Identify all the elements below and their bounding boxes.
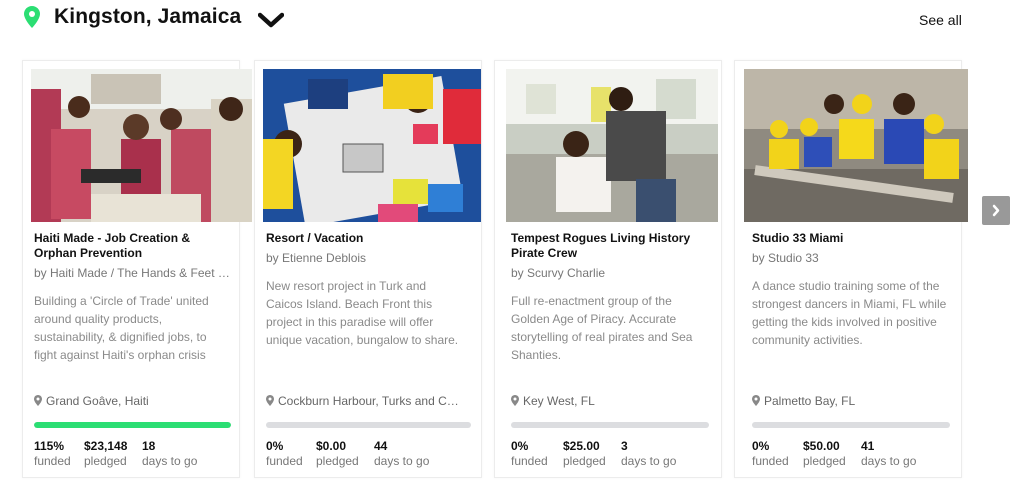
project-card[interactable]: Studio 33 Miami by Studio 33 A dance stu… bbox=[734, 60, 968, 478]
project-title[interactable]: Studio 33 Miami bbox=[752, 231, 952, 246]
funding-progress-bar bbox=[34, 422, 231, 428]
project-image[interactable] bbox=[263, 69, 481, 222]
project-byline[interactable]: by Etienne Deblois bbox=[266, 251, 471, 265]
location-pin-icon bbox=[752, 395, 760, 406]
chevron-right-icon bbox=[992, 204, 1000, 217]
stat-funded: 0% funded bbox=[752, 439, 789, 468]
location-pin-icon bbox=[34, 395, 42, 406]
stat-pledged: $0.00 pledged bbox=[316, 439, 359, 468]
project-location[interactable]: Palmetto Bay, FL bbox=[752, 394, 952, 408]
funding-progress-fill bbox=[34, 422, 231, 428]
project-blurb: A dance studio training some of the stro… bbox=[752, 279, 947, 347]
project-title[interactable]: Tempest Rogues Living History Pirate Cre… bbox=[511, 231, 711, 261]
section-header: Kingston, Jamaica See all bbox=[0, 0, 1028, 40]
location-pin-icon bbox=[24, 6, 40, 28]
see-all-link[interactable]: See all bbox=[919, 12, 962, 28]
location-pin-icon bbox=[511, 395, 519, 406]
funding-progress-bar bbox=[511, 422, 709, 428]
project-card[interactable]: Tempest Rogues Living History Pirate Cre… bbox=[494, 60, 722, 478]
carousel-next-button[interactable] bbox=[982, 196, 1010, 225]
project-blurb: New resort project in Turk and Caicos Is… bbox=[266, 279, 459, 347]
project-location[interactable]: Key West, FL bbox=[511, 394, 711, 408]
funding-progress-bar bbox=[752, 422, 950, 428]
project-location[interactable]: Cockburn Harbour, Turks and C… bbox=[266, 394, 471, 408]
project-image[interactable] bbox=[31, 69, 252, 222]
project-card[interactable]: Haiti Made - Job Creation & Orphan Preve… bbox=[22, 60, 252, 478]
stat-days-to-go: 18 days to go bbox=[142, 439, 198, 468]
stat-funded: 0% funded bbox=[511, 439, 548, 468]
project-title[interactable]: Haiti Made - Job Creation & Orphan Preve… bbox=[34, 231, 234, 261]
project-byline[interactable]: by Studio 33 bbox=[752, 251, 952, 265]
project-blurb: Full re-enactment group of the Golden Ag… bbox=[511, 294, 693, 362]
location-pin-icon bbox=[266, 395, 274, 406]
project-byline[interactable]: by Haiti Made / The Hands & Feet … bbox=[34, 266, 234, 280]
funding-progress-bar bbox=[266, 422, 471, 428]
project-blurb: Building a 'Circle of Trade' united arou… bbox=[34, 294, 209, 362]
stat-days-to-go: 41 days to go bbox=[861, 439, 917, 468]
project-byline[interactable]: by Scurvy Charlie bbox=[511, 266, 711, 280]
location-title[interactable]: Kingston, Jamaica bbox=[54, 5, 241, 29]
stat-pledged: $50.00 pledged bbox=[803, 439, 846, 468]
stat-pledged: $25.00 pledged bbox=[563, 439, 606, 468]
stat-days-to-go: 44 days to go bbox=[374, 439, 430, 468]
stat-funded: 0% funded bbox=[266, 439, 303, 468]
stat-days-to-go: 3 days to go bbox=[621, 439, 677, 468]
project-location[interactable]: Grand Goâve, Haiti bbox=[34, 394, 234, 408]
stat-funded: 115% funded bbox=[34, 439, 71, 468]
project-title[interactable]: Resort / Vacation bbox=[266, 231, 466, 246]
project-card[interactable]: Resort / Vacation by Etienne Deblois New… bbox=[254, 60, 482, 478]
chevron-down-icon[interactable] bbox=[258, 12, 284, 28]
project-image[interactable] bbox=[506, 69, 718, 222]
project-image[interactable] bbox=[744, 69, 968, 222]
stat-pledged: $23,148 pledged bbox=[84, 439, 128, 468]
